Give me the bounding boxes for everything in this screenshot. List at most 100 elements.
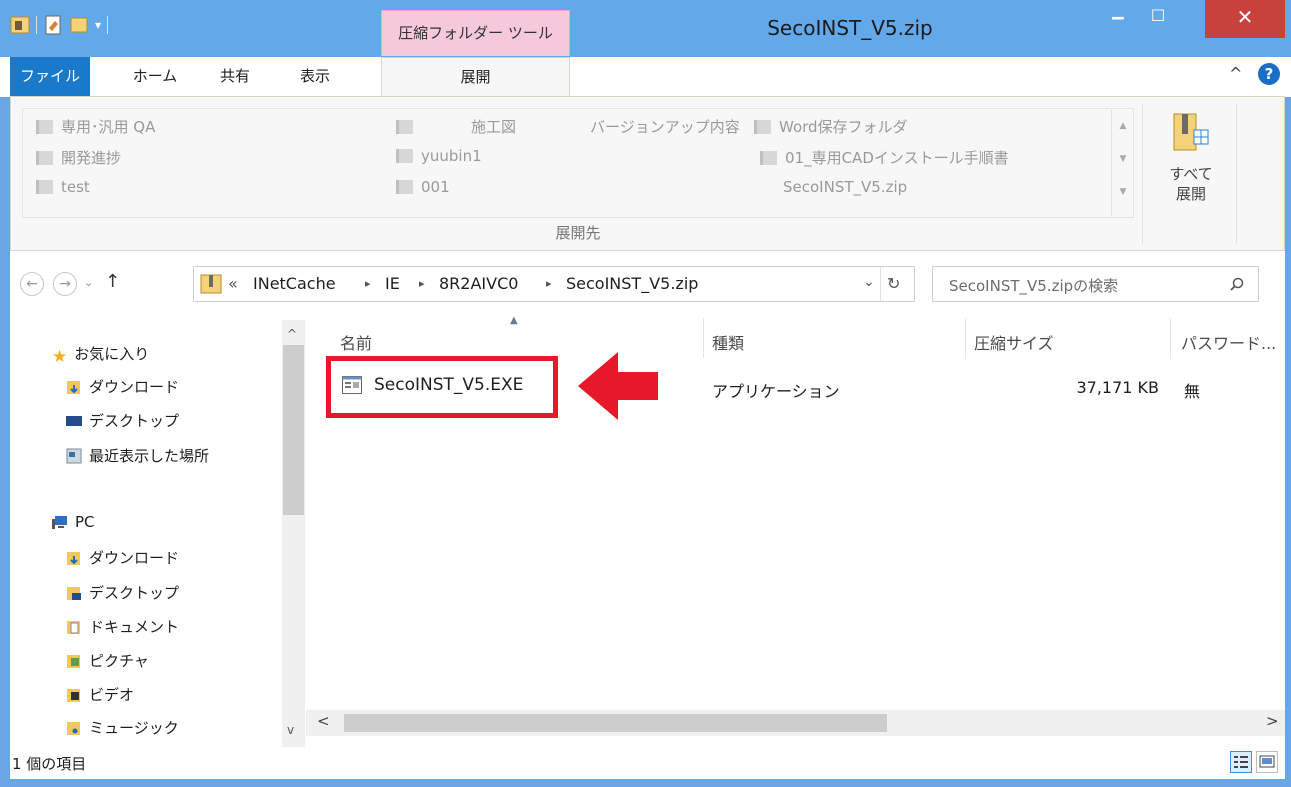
destination-item[interactable]: 001 [396,178,450,196]
search-icon[interactable] [1229,277,1245,293]
destination-item[interactable]: test [36,178,90,196]
column-header-password[interactable]: パスワード... [1181,330,1276,354]
nav-item-music[interactable]: ミュージック [66,717,179,738]
breadcrumb-separator-icon[interactable]: ▸ [365,277,371,290]
tab-file[interactable]: ファイル [10,57,90,97]
up-button[interactable]: ↑ [105,271,120,292]
details-view-button[interactable] [1230,751,1252,773]
breadcrumb-separator-icon[interactable]: ▸ [419,277,425,290]
destination-label: Word保存フォルダ [779,118,908,136]
column-header-name[interactable]: 名前 [340,330,372,354]
breadcrumb-inetcache[interactable]: INetCache [253,274,336,293]
breadcrumb-zip[interactable]: SecoINST_V5.zip [566,274,698,293]
gallery-scroll-down-icon[interactable]: ▼ [1112,143,1134,176]
nav-scroll-thumb[interactable] [283,345,304,515]
breadcrumb-8r2aivc0[interactable]: 8R2AIVC0 [439,274,518,293]
address-history-icon[interactable]: ⌄ [863,274,875,290]
file-row[interactable]: SecoINST_V5.EXE [332,362,552,412]
destination-item[interactable]: yuubin1 [396,147,482,165]
destination-item[interactable]: バージョンアップ内容 [590,116,740,137]
large-icons-view-button[interactable] [1256,751,1278,773]
nav-pc[interactable]: PC [52,513,95,531]
folder-icon [36,180,53,194]
videos-folder-icon [67,689,80,702]
back-button[interactable]: ← [20,272,44,296]
folder-icon [396,120,413,134]
nav-label: ダウンロード [89,378,180,396]
nav-label: ピクチャ [89,652,149,670]
column-divider[interactable] [965,318,966,358]
column-header-type[interactable]: 種類 [712,330,744,354]
close-button[interactable]: ✕ [1205,0,1285,38]
gallery-expand-icon[interactable]: ▼ [1112,176,1134,209]
nav-item-pc-desktop[interactable]: デスクトップ [66,582,179,603]
new-folder-icon[interactable] [69,15,89,35]
help-icon[interactable]: ? [1258,63,1280,85]
folder-icon [36,120,53,134]
nav-label: お気に入り [74,345,150,363]
scroll-up-icon[interactable]: ^ [287,327,297,341]
ribbon-divider [1142,104,1143,244]
customize-qat-icon[interactable]: ▾ [95,18,101,32]
nav-favorites[interactable]: ★ お気に入り [52,343,150,367]
column-divider[interactable] [703,318,704,358]
destination-label: yuubin1 [421,147,482,165]
scroll-right-icon[interactable]: > [1266,712,1279,730]
downloads-folder-icon [67,381,80,394]
nav-item-desktop[interactable]: デスクトップ [66,410,179,431]
breadcrumb-ie[interactable]: IE [385,274,400,293]
nav-label: 最近表示した場所 [89,447,210,465]
tab-share[interactable]: 共有 [195,57,275,97]
context-tab-label: 圧縮フォルダー ツール [398,24,553,42]
nav-item-recent-places[interactable]: 最近表示した場所 [66,445,209,466]
nav-item-documents[interactable]: ドキュメント [66,616,179,637]
minimize-icon: ‒ [1111,5,1125,29]
tab-view[interactable]: 表示 [275,57,355,97]
extract-all-button[interactable]: すべて 展開 [1148,106,1234,246]
tab-extract[interactable]: 展開 [381,57,570,97]
column-header-compressed-size[interactable]: 圧縮サイズ [974,330,1054,354]
extract-all-label: すべて 展開 [1148,164,1234,204]
maximize-button[interactable]: ☐ [1138,0,1178,38]
address-bar[interactable]: « INetCache ▸ IE ▸ 8R2AIVC0 ▸ SecoINST_V… [193,266,915,302]
nav-item-pictures[interactable]: ピクチャ [66,650,149,671]
address-divider [880,267,881,301]
zip-folder-icon [200,274,222,294]
destination-item[interactable]: 開発進捗 [36,147,121,168]
search-box[interactable]: SecoINST_V5.zipの検索 [932,266,1259,302]
collapse-ribbon-icon[interactable]: ^ [1229,64,1242,83]
downloads-folder-icon [67,552,80,565]
properties-icon[interactable] [43,15,63,35]
folder-app-icon[interactable] [10,15,30,35]
extract-all-line2: 展開 [1175,185,1206,203]
scroll-down-icon[interactable]: v [287,723,294,737]
gallery-scroll[interactable]: ▲ ▼ ▼ [1111,110,1134,216]
destination-item[interactable]: 専用･汎用 QA [36,116,155,137]
scroll-left-icon[interactable]: < [317,712,330,730]
nav-item-videos[interactable]: ビデオ [66,684,134,705]
application-icon [342,376,362,394]
minimize-button[interactable]: ‒ [1098,0,1138,38]
destination-label: 施工図 [471,118,517,136]
refresh-icon[interactable]: ↻ [887,274,900,293]
gallery-scroll-up-icon[interactable]: ▲ [1112,110,1134,143]
nav-label: ミュージック [89,719,179,737]
destination-label: バージョンアップ内容 [590,118,740,136]
pc-icon [52,516,67,529]
nav-item-downloads[interactable]: ダウンロード [66,376,179,397]
tab-home[interactable]: ホーム [115,57,195,97]
forward-button[interactable]: → [53,272,77,296]
breadcrumb-separator-icon[interactable]: ▸ [546,277,552,290]
destination-item[interactable]: SecoINST_V5.zip [783,178,907,196]
details-view-icon [1234,756,1248,768]
destination-item[interactable]: 01_専用CADインストール手順書 [760,147,1009,168]
destination-item[interactable]: Word保存フォルダ [754,116,908,137]
destination-item[interactable]: 施工図 [396,116,516,137]
overflow-breadcrumb-icon[interactable]: « [228,274,238,293]
explorer-window: ▾ 圧縮フォルダー ツール SecoINST_V5.zip ‒ ☐ ✕ ファイル… [0,0,1291,787]
item-count: 1 個の項目 [12,755,87,773]
nav-item-pc-downloads[interactable]: ダウンロード [66,547,179,568]
column-divider[interactable] [1170,318,1171,358]
horizontal-scroll-thumb[interactable] [344,714,887,732]
recent-locations-icon[interactable]: ⌄ [84,276,93,289]
